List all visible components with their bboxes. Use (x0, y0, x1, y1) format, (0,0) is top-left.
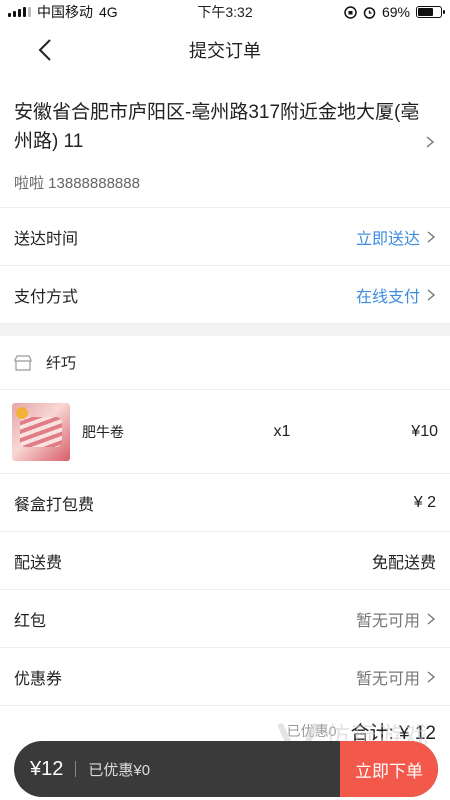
shop-header: 纤巧 (0, 336, 450, 390)
battery-icon (416, 6, 445, 18)
payment-value: 在线支付 (355, 288, 420, 306)
packing-fee-value: ¥ 2 (413, 493, 436, 511)
red-packet-row[interactable]: 红包 暂无可用 (0, 590, 450, 648)
battery-percent: 69% (381, 4, 410, 20)
delivery-time-label: 送达时间 (14, 230, 79, 248)
payment-label: 支付方式 (14, 288, 79, 306)
checkout-price: ¥12 (30, 757, 64, 780)
packing-fee-row: 餐盒打包费 ¥ 2 (0, 474, 450, 532)
chevron-right-icon (427, 670, 436, 683)
network-label: 4G (99, 4, 118, 20)
carrier-label: 中国移动 (37, 4, 93, 20)
shop-name: 纤巧 (46, 355, 77, 372)
store-icon (14, 354, 32, 371)
chevron-right-icon (427, 288, 436, 301)
address-line: 安徽省合肥市庐阳区-亳州路317附近金地大厦(亳州路) 11 (14, 102, 420, 152)
signal-icon (8, 7, 31, 17)
status-bar: 中国移动 4G 69% (0, 0, 450, 24)
red-packet-label: 红包 (14, 612, 47, 630)
payment-row[interactable]: 支付方式 在线支付 (0, 266, 450, 324)
chevron-right-icon (426, 136, 435, 148)
item-qty: x1 (273, 422, 291, 440)
nav-bar: 提交订单 (0, 24, 450, 76)
coupon-value: 暂无可用 (355, 670, 420, 688)
chevron-right-icon (427, 612, 436, 625)
order-item: 肥牛卷 x1 ¥10 (0, 390, 450, 474)
item-image (12, 402, 70, 461)
coupon-label: 优惠券 (14, 670, 63, 688)
delivery-time-row[interactable]: 送达时间 立即送达 (0, 208, 450, 266)
chevron-right-icon (427, 230, 436, 243)
packing-fee-label: 餐盒打包费 (14, 496, 95, 514)
section-divider (0, 324, 450, 336)
summary-discount: 已优惠0 (286, 723, 337, 739)
checkout-bar: ¥12 已优惠¥0 立即下单 (14, 741, 438, 797)
delivery-time-value: 立即送达 (355, 230, 420, 248)
item-price: ¥10 (411, 422, 438, 440)
item-name: 肥牛卷 (82, 423, 124, 440)
submit-order-button[interactable]: 立即下单 (340, 741, 438, 797)
lock-rotation-icon (344, 5, 357, 19)
alarm-icon (363, 6, 376, 19)
back-icon[interactable] (34, 38, 58, 62)
checkout-discount: 已优惠¥0 (88, 761, 151, 779)
delivery-fee-row: 配送费 免配送费 (0, 532, 450, 590)
address-contact: 啦啦 13888888888 (14, 175, 140, 192)
divider (75, 761, 77, 777)
coupon-row[interactable]: 优惠券 暂无可用 (0, 648, 450, 706)
delivery-fee-label: 配送费 (14, 554, 63, 572)
address-card[interactable]: 安徽省合肥市庐阳区-亳州路317附近金地大厦(亳州路) 11 啦啦 138888… (0, 76, 450, 208)
page-title: 提交订单 (189, 41, 261, 61)
delivery-fee-value: 免配送费 (371, 554, 436, 572)
red-packet-value: 暂无可用 (355, 612, 420, 630)
